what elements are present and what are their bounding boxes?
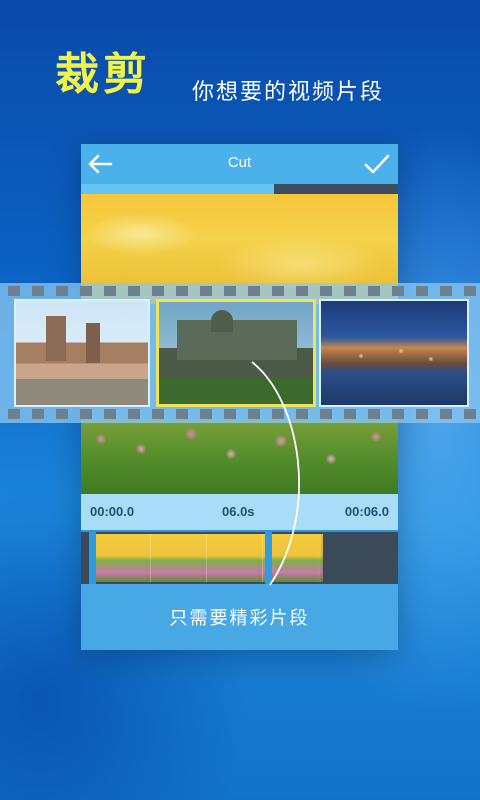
screen-title: Cut bbox=[227, 154, 252, 171]
start-time: 00:00.0 bbox=[90, 504, 135, 519]
film-frame-venice bbox=[319, 299, 469, 407]
palace-building bbox=[177, 320, 297, 360]
progress-bar bbox=[81, 184, 398, 194]
trim-handle-start[interactable] bbox=[89, 532, 96, 584]
film-strip bbox=[0, 283, 480, 423]
film-perforations-bottom bbox=[0, 409, 480, 419]
castle-tower bbox=[86, 323, 100, 363]
promo-caption: 只需要精彩片段 bbox=[169, 608, 310, 629]
palace-dome bbox=[211, 310, 233, 332]
video-preview-lower bbox=[81, 419, 398, 494]
film-perforations-top bbox=[0, 286, 480, 296]
app-bar: Cut bbox=[81, 144, 398, 184]
promo-tagline: 你想要的视频片段 bbox=[192, 80, 385, 105]
castle-tower bbox=[46, 316, 66, 361]
time-labels: 00:00.0 06.0s 00:06.0 bbox=[81, 494, 398, 530]
end-time: 00:06.0 bbox=[344, 504, 389, 519]
promo-headline: 裁剪 bbox=[55, 49, 151, 100]
film-frame-castle bbox=[14, 299, 150, 407]
caption-bar: 只需要精彩片段 bbox=[81, 584, 398, 650]
curved-pointer-line bbox=[251, 361, 300, 586]
progress-fill bbox=[81, 184, 275, 194]
trim-timeline[interactable] bbox=[81, 532, 398, 584]
checkmark-icon[interactable] bbox=[362, 150, 392, 178]
